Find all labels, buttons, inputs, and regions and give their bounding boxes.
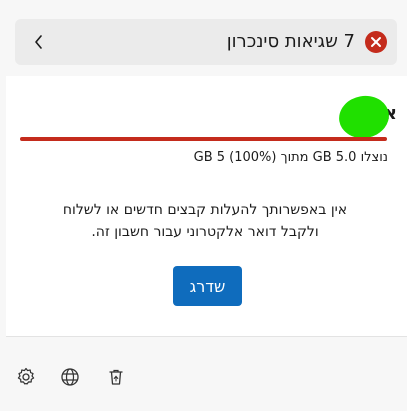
gear-icon[interactable] (15, 366, 37, 388)
sync-panel: 7 שגיאות סינכרון אישי - נוצלו GB 5.0 מתו… (0, 0, 407, 411)
upgrade-button[interactable]: שדרג (173, 266, 242, 306)
error-x-icon (365, 31, 387, 53)
message-line-1: אין באפשרותך להעלות קבצים חדשים או לשלוח (62, 202, 348, 218)
globe-icon[interactable] (59, 366, 81, 388)
storage-usage-text: נוצלו GB 5.0 מתוך GB 5 (100%) (193, 150, 388, 165)
chevron-left-icon[interactable] (29, 32, 49, 52)
footer-divider (6, 336, 407, 337)
recycle-bin-icon[interactable] (105, 366, 127, 388)
sync-error-title: 7 שגיאות סינכרון (226, 31, 355, 52)
storage-full-message: אין באפשרותך להעלות קבצים חדשים או לשלוח… (30, 199, 380, 243)
message-line-2: ולקבל דואר אלקטרוני עבור חשבון זה. (91, 224, 319, 240)
storage-usage-bar (20, 137, 387, 141)
sync-error-bar[interactable]: 7 שגיאות סינכרון (15, 19, 397, 65)
